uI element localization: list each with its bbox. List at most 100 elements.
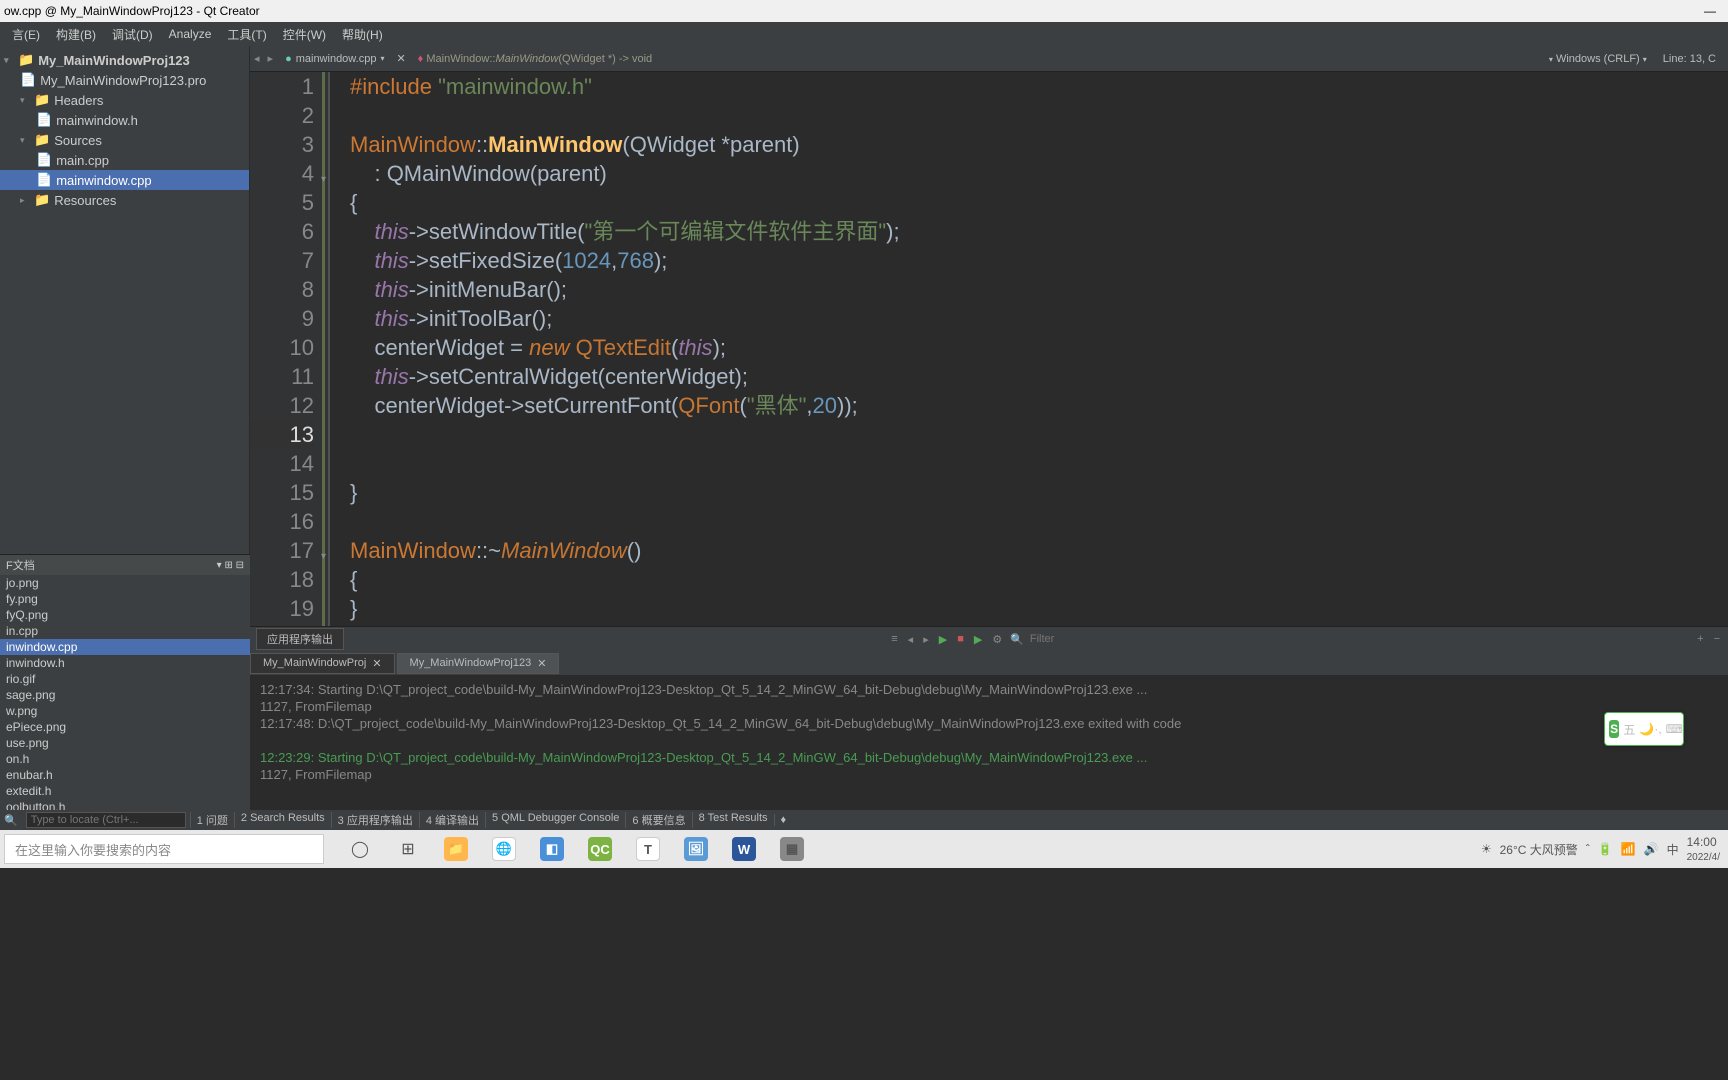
misc-icon[interactable]: ▦ xyxy=(768,830,816,868)
open-doc-item[interactable]: inwindow.cpp xyxy=(0,639,250,655)
output-tab[interactable]: My_MainWindowProj✕ xyxy=(250,653,395,674)
nav-back-icon[interactable]: ◂ xyxy=(250,52,264,65)
code-content[interactable]: #include "mainwindow.h"MainWindow::MainW… xyxy=(330,72,1728,626)
open-doc-item[interactable]: in.cpp xyxy=(0,623,250,639)
open-docs-title: F文档 xyxy=(6,557,35,573)
editor-tab-bar: ◂ ▸ ● mainwindow.cpp ▾ ✕ ♦ MainWindow::M… xyxy=(250,46,1728,72)
panel-controls[interactable]: ▾ ⊞ ⊟ xyxy=(217,560,244,571)
volume-icon[interactable]: 🔊 xyxy=(1644,842,1659,856)
window-title: ow.cpp @ My_MainWindowProj123 - Qt Creat… xyxy=(4,4,260,18)
output-tab[interactable]: My_MainWindowProj123✕ xyxy=(397,653,560,674)
locator-more-icon[interactable]: ♦ xyxy=(774,814,793,826)
open-documents-panel: F文档 ▾ ⊞ ⊟ jo.pngfy.pngfyQ.pngin.cppinwin… xyxy=(0,554,250,815)
ime-indicator[interactable]: 中 xyxy=(1667,841,1679,858)
project-sidebar: ▾📁 My_MainWindowProj123 📄 My_MainWindowP… xyxy=(0,46,250,626)
open-doc-item[interactable]: rio.gif xyxy=(0,671,250,687)
menu-item[interactable]: 调试(D) xyxy=(104,26,161,43)
encoding-dropdown[interactable]: ▾ Windows (CRLF) ▾ xyxy=(1549,53,1647,65)
word-icon[interactable]: W xyxy=(720,830,768,868)
bottom-tab[interactable]: 3 应用程序输出 xyxy=(331,812,419,828)
open-docs-list[interactable]: jo.pngfy.pngfyQ.pngin.cppinwindow.cppinw… xyxy=(0,575,250,815)
weather-icon[interactable]: ☀ xyxy=(1481,842,1492,856)
menu-item[interactable]: 构建(B) xyxy=(48,26,104,43)
run-icon[interactable]: ▶ xyxy=(937,631,949,648)
open-doc-item[interactable]: extedit.h xyxy=(0,783,250,799)
weather-text[interactable]: 26°C 大风预警 xyxy=(1500,841,1578,858)
output-panel: 应用程序输出 ≡ ◂ ▸ ▶ ■ ▶ ⚙ 🔍 + − My_MainWindow… xyxy=(250,626,1728,810)
paint-icon[interactable]: 🖼 xyxy=(672,830,720,868)
tree-resources[interactable]: ▸📁 Resources xyxy=(0,190,249,210)
file-tab[interactable]: ● mainwindow.cpp ▾ xyxy=(277,53,392,65)
taskview-icon[interactable]: ◯ xyxy=(336,830,384,868)
bottom-tab[interactable]: 6 概要信息 xyxy=(625,812,691,828)
bottom-tab[interactable]: 4 编译输出 xyxy=(419,812,485,828)
clock[interactable]: 14:002022/4/ xyxy=(1687,835,1720,863)
tree-sources[interactable]: ▾📁 Sources xyxy=(0,130,249,150)
open-doc-item[interactable]: enubar.h xyxy=(0,767,250,783)
tree-main-cpp[interactable]: 📄 main.cpp xyxy=(0,150,249,170)
open-doc-item[interactable]: on.h xyxy=(0,751,250,767)
menu-bar: 言(E)构建(B)调试(D)Analyze工具(T)控件(W)帮助(H) xyxy=(0,22,1728,46)
open-doc-item[interactable]: jo.png xyxy=(0,575,250,591)
menu-item[interactable]: Analyze xyxy=(161,27,220,41)
tray-up-icon[interactable]: ˆ xyxy=(1586,842,1590,856)
output-text[interactable]: 12:17:34: Starting D:\QT_project_code\bu… xyxy=(250,675,1728,810)
locator-bar: 🔍 1 问题2 Search Results3 应用程序输出4 编译输出5 QM… xyxy=(0,810,1728,830)
tree-mainwindow-cpp[interactable]: 📄 mainwindow.cpp xyxy=(0,170,249,190)
title-bar: ow.cpp @ My_MainWindowProj123 - Qt Creat… xyxy=(0,0,1728,22)
code-editor[interactable]: 1234▾567891011121314151617▾1819 #include… xyxy=(250,72,1728,626)
filter-input[interactable] xyxy=(1030,633,1150,645)
breadcrumb[interactable]: ♦ MainWindow::MainWindow(QWidget *) -> v… xyxy=(410,53,652,65)
qc-icon[interactable]: QC xyxy=(576,830,624,868)
open-doc-item[interactable]: fy.png xyxy=(0,591,250,607)
explorer-icon[interactable]: 📁 xyxy=(432,830,480,868)
app-blue-icon[interactable]: ◧ xyxy=(528,830,576,868)
file-tab-label: mainwindow.cpp xyxy=(296,53,377,65)
open-doc-item[interactable]: inwindow.h xyxy=(0,655,250,671)
taskbar-search[interactable]: 在这里输入你要搜索的内容 xyxy=(4,834,324,864)
prev-icon[interactable]: ◂ xyxy=(906,631,916,648)
close-icon[interactable]: ✕ xyxy=(537,657,546,670)
menu-item[interactable]: 控件(W) xyxy=(275,26,334,43)
open-doc-item[interactable]: fyQ.png xyxy=(0,607,250,623)
cortana-icon[interactable]: ⊞ xyxy=(384,830,432,868)
plus-icon[interactable]: + xyxy=(1695,631,1705,647)
minimize-button[interactable]: — xyxy=(1704,4,1716,18)
open-doc-item[interactable]: ePiece.png xyxy=(0,719,250,735)
menu-item[interactable]: 工具(T) xyxy=(219,26,274,43)
minus-icon[interactable]: − xyxy=(1712,631,1722,647)
line-gutter: 1234▾567891011121314151617▾1819 xyxy=(250,72,330,626)
bottom-tab[interactable]: 5 QML Debugger Console xyxy=(485,812,625,828)
search-icon: 🔍 xyxy=(1010,633,1024,646)
menu-item[interactable]: 言(E) xyxy=(4,26,48,43)
chrome-icon[interactable]: 🌐 xyxy=(480,830,528,868)
stack-icon[interactable]: ≡ xyxy=(889,631,899,647)
stop-icon[interactable]: ■ xyxy=(955,631,966,647)
tree-headers[interactable]: ▾📁 Headers xyxy=(0,90,249,110)
battery-icon[interactable]: 🔋 xyxy=(1598,842,1613,856)
menu-item[interactable]: 帮助(H) xyxy=(334,26,391,43)
nav-forward-icon[interactable]: ▸ xyxy=(264,52,278,65)
wifi-icon[interactable]: 📶 xyxy=(1621,842,1636,856)
open-doc-item[interactable]: use.png xyxy=(0,735,250,751)
cursor-position: Line: 13, C xyxy=(1663,53,1716,65)
locator-input[interactable] xyxy=(26,812,186,828)
ime-floater[interactable]: S 五 🌙 ·, ⌨ xyxy=(1604,712,1684,746)
bottom-tab[interactable]: 1 问题 xyxy=(190,812,234,828)
text-app-icon[interactable]: T xyxy=(624,830,672,868)
settings-icon[interactable]: ⚙ xyxy=(990,631,1004,648)
tree-pro-file[interactable]: 📄 My_MainWindowProj123.pro xyxy=(0,70,249,90)
open-doc-item[interactable]: w.png xyxy=(0,703,250,719)
file-dropdown-icon[interactable]: ▾ xyxy=(380,54,384,63)
ime-s-icon: S xyxy=(1609,720,1619,738)
open-doc-item[interactable]: sage.png xyxy=(0,687,250,703)
tree-root[interactable]: ▾📁 My_MainWindowProj123 xyxy=(0,50,249,70)
bottom-tab[interactable]: 8 Test Results xyxy=(692,812,774,828)
close-icon[interactable]: ✕ xyxy=(372,657,381,670)
project-tree[interactable]: ▾📁 My_MainWindowProj123 📄 My_MainWindowP… xyxy=(0,46,249,626)
attach-icon[interactable]: ▶ xyxy=(972,631,984,648)
close-tab-icon[interactable]: ✕ xyxy=(392,52,409,65)
tree-header-file[interactable]: 📄 mainwindow.h xyxy=(0,110,249,130)
bottom-tab[interactable]: 2 Search Results xyxy=(234,812,331,828)
next-icon[interactable]: ▸ xyxy=(921,631,931,648)
